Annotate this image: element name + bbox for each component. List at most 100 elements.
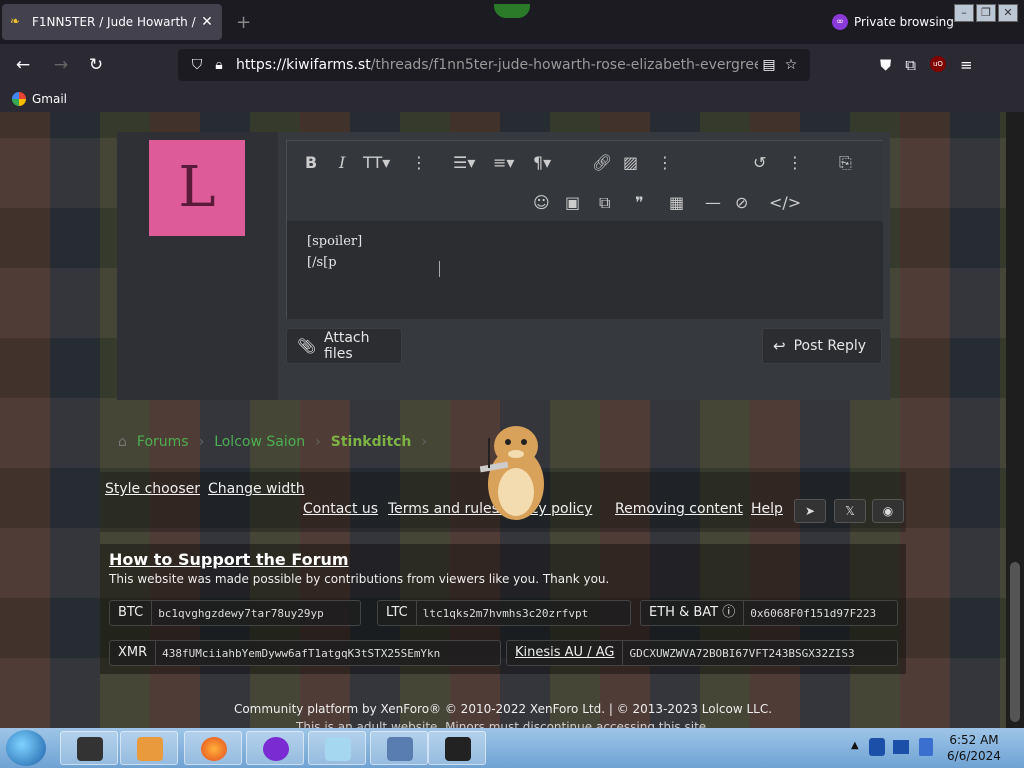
coin-address[interactable]: 0x6068F0f151d97F223 bbox=[744, 607, 882, 620]
coin-label[interactable]: Kinesis AU / AG bbox=[507, 641, 624, 665]
link-icon[interactable]: 🔗︎ bbox=[592, 153, 612, 172]
taskbar-app-media[interactable] bbox=[120, 731, 178, 765]
smilies-icon[interactable]: ☺ bbox=[533, 193, 550, 212]
preview-icon[interactable]: ⎘ bbox=[839, 153, 852, 173]
coin-ltc[interactable]: LTC ltc1qks2m7hvmhs3c20zrfvpt bbox=[377, 600, 631, 626]
undo-icon[interactable]: ↺ bbox=[753, 153, 766, 172]
help-link[interactable]: Help bbox=[751, 501, 783, 517]
network-icon[interactable] bbox=[893, 740, 909, 754]
breadcrumb-forums[interactable]: Forums bbox=[137, 434, 189, 450]
paragraph-icon[interactable]: ¶▾ bbox=[533, 153, 551, 172]
coin-label: LTC bbox=[378, 601, 417, 625]
align-icon[interactable]: ≡▾ bbox=[493, 153, 514, 172]
table-icon[interactable]: ▦ bbox=[669, 193, 684, 212]
more-icon[interactable]: ⋮ bbox=[411, 153, 427, 172]
window-controls: – ❐ ✕ bbox=[954, 4, 1018, 22]
url-text[interactable]: https://kiwifarms.st/threads/f1nn5ter-ju… bbox=[236, 57, 758, 73]
coin-label: ETH & BAT ⓘ bbox=[641, 601, 745, 625]
coin-address[interactable]: bc1qvghgzdewy7tar78uy29yp bbox=[152, 607, 330, 620]
copyright-text: Community platform by XenForo® © 2010-20… bbox=[233, 702, 773, 716]
attach-files-label: Attach files bbox=[324, 330, 370, 362]
post-reply-button[interactable]: ↩ Post Reply bbox=[762, 328, 882, 364]
coin-address[interactable]: GDCXUWZWVA72BOBI67VFT243BSGX32ZIS3 bbox=[623, 647, 860, 660]
editor-text-area[interactable]: [spoiler] [/s[p bbox=[287, 221, 883, 319]
hr-icon[interactable]: — bbox=[705, 193, 721, 212]
bookmark-star-icon[interactable]: ☆ bbox=[780, 57, 802, 73]
coin-eth-bat[interactable]: ETH & BAT ⓘ 0x6068F0f151d97F223 bbox=[640, 600, 898, 626]
pocket-icon[interactable]: ⛊ bbox=[880, 56, 891, 74]
support-title[interactable]: How to Support the Forum bbox=[109, 550, 349, 569]
private-mask-small-icon: ∞ bbox=[832, 14, 848, 30]
taskbar-app-computer[interactable] bbox=[60, 731, 118, 765]
coin-address[interactable]: 438fUMciiahbYemDyww6afT1atgqK3tSTX25SEmY… bbox=[156, 647, 446, 660]
quote-icon[interactable]: ❞ bbox=[635, 193, 644, 212]
image-icon[interactable]: ▨ bbox=[623, 153, 638, 172]
lock-icon[interactable]: 🔒︎ bbox=[208, 57, 230, 73]
coin-xmr[interactable]: XMR 438fUMciiahbYemDyww6afT1atgqK3tSTX25… bbox=[109, 640, 501, 666]
rss-icon[interactable]: ◉ bbox=[872, 499, 904, 523]
help-circle-icon[interactable]: ⓘ bbox=[722, 605, 735, 620]
removing-content-link[interactable]: Removing content bbox=[615, 501, 743, 517]
extensions-icon[interactable]: ⧉ bbox=[905, 56, 916, 74]
contact-us-link[interactable]: Contact us bbox=[303, 501, 378, 517]
code-icon[interactable]: </> bbox=[769, 193, 801, 212]
attach-files-button[interactable]: 📎︎ Attach files bbox=[286, 328, 402, 364]
coin-address[interactable]: ltc1qks2m7hvmhs3c20zrfvpt bbox=[417, 607, 595, 620]
ublock-icon[interactable]: uO bbox=[929, 56, 946, 72]
active-tab[interactable]: ❧ F1NN5TER / Jude Howarth / Ro ✕ bbox=[2, 4, 222, 40]
menu-icon[interactable]: ≡ bbox=[960, 56, 973, 74]
shield-icon[interactable]: ⛉ bbox=[186, 57, 208, 73]
taskbar-app-notes[interactable] bbox=[308, 731, 366, 765]
close-tab-icon[interactable]: ✕ bbox=[200, 14, 214, 30]
back-icon[interactable]: ← bbox=[12, 54, 34, 76]
editor-toolbar-row1: B I TT▾ ⋮ ☰▾ ≡▾ ¶▾ 🔗︎ ▨ ⋮ ↺ ⋮ ⎘ bbox=[287, 141, 883, 185]
maximize-icon[interactable]: ❐ bbox=[976, 4, 996, 22]
new-tab-icon[interactable]: + bbox=[236, 12, 251, 33]
breadcrumb-lolcow-saion[interactable]: Lolcow Saion bbox=[214, 434, 305, 450]
system-clock[interactable]: 6:52 AM 6/6/2024 bbox=[944, 732, 1004, 764]
reader-view-icon[interactable]: ▤ bbox=[758, 57, 780, 73]
more-icon[interactable]: ⋮ bbox=[657, 153, 673, 172]
list-icon[interactable]: ☰▾ bbox=[453, 153, 475, 172]
reload-icon[interactable]: ↻ bbox=[85, 54, 107, 76]
more-icon[interactable]: ⋮ bbox=[787, 153, 803, 172]
taskbar-app-firefox[interactable] bbox=[184, 731, 242, 765]
coin-btc[interactable]: BTC bc1qvghgzdewy7tar78uy29yp bbox=[109, 600, 361, 626]
firefox-icon bbox=[201, 737, 227, 761]
coin-kinesis[interactable]: Kinesis AU / AG GDCXUWZWVA72BOBI67VFT243… bbox=[506, 640, 898, 666]
security-shield-icon[interactable] bbox=[869, 738, 885, 756]
home-icon[interactable]: ⌂ bbox=[118, 434, 127, 450]
bookmark-gmail[interactable]: Gmail bbox=[32, 92, 67, 106]
x-icon[interactable]: 𝕏 bbox=[834, 499, 866, 523]
tab-bar: ❧ F1NN5TER / Jude Howarth / Ro ✕ + ∞ Pri… bbox=[0, 0, 1024, 44]
quick-reply-block: L B I TT▾ ⋮ ☰▾ ≡▾ ¶▾ 🔗︎ ▨ ⋮ ↺ ⋮ ⎘ ☺ ▣ ⧉ bbox=[117, 132, 890, 400]
change-width-link[interactable]: Change width bbox=[208, 481, 305, 497]
google-icon bbox=[12, 92, 26, 106]
taskbar-app-firefox-private[interactable] bbox=[246, 731, 304, 765]
italic-icon[interactable]: I bbox=[339, 153, 345, 172]
bold-icon[interactable]: B bbox=[305, 153, 317, 172]
site-favicon-icon: ❧ bbox=[10, 14, 21, 28]
gallery-icon[interactable]: ⧉ bbox=[599, 193, 610, 213]
start-button-icon[interactable] bbox=[6, 730, 46, 766]
volume-icon[interactable] bbox=[919, 738, 933, 756]
minimize-icon[interactable]: – bbox=[954, 4, 974, 22]
taskbar-app-keyboard[interactable] bbox=[370, 731, 428, 765]
taskbar-app-screen[interactable] bbox=[428, 731, 486, 765]
toolbar-right: ⛊ ⧉ uO ≡ bbox=[880, 56, 973, 74]
tray-expand-icon[interactable]: ▲ bbox=[851, 740, 859, 751]
text-size-icon[interactable]: TT▾ bbox=[363, 153, 390, 172]
close-window-icon[interactable]: ✕ bbox=[998, 4, 1018, 22]
breadcrumb-stinkditch[interactable]: Stinkditch bbox=[331, 434, 412, 450]
page-scrollbar[interactable] bbox=[1006, 112, 1024, 728]
style-chooser-link[interactable]: Style chooser bbox=[105, 481, 200, 497]
spoiler-icon[interactable]: ⊘ bbox=[735, 193, 748, 212]
taskbar: ▲ 6:52 AM 6/6/2024 bbox=[0, 728, 1024, 768]
breadcrumb: ⌂ Forums › Lolcow Saion › Stinkditch › bbox=[118, 434, 427, 450]
clock-time: 6:52 AM bbox=[949, 733, 999, 747]
url-bar[interactable]: ⛉ 🔒︎ https://kiwifarms.st/threads/f1nn5t… bbox=[178, 49, 810, 81]
media-icon[interactable]: ▣ bbox=[565, 193, 580, 212]
scrollbar-thumb[interactable] bbox=[1010, 562, 1020, 722]
forward-icon[interactable]: → bbox=[50, 54, 72, 76]
telegram-icon[interactable]: ➤ bbox=[794, 499, 826, 523]
